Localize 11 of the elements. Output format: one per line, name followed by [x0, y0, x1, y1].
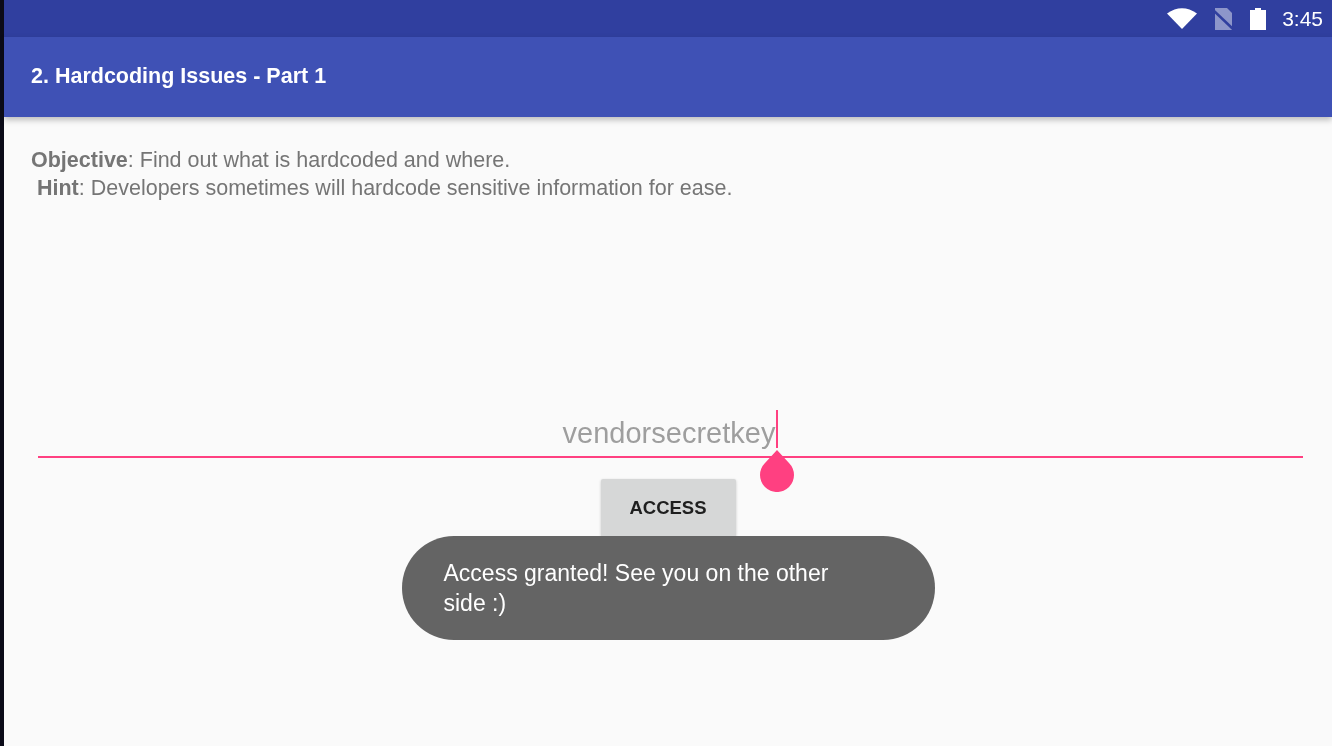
access-button[interactable]: ACCESS [600, 479, 736, 537]
description-text: Objective: Find out what is hardcoded and where. [31, 147, 512, 174]
cursor-handle-icon[interactable] [760, 450, 794, 492]
screen-title: 2. Hardcoding Issues - Part 1 [31, 64, 327, 90]
text-cursor [776, 410, 779, 448]
clock-time: 3:45 [1282, 8, 1323, 29]
battery-icon [1250, 7, 1267, 30]
wifi-icon [1167, 8, 1198, 29]
description-text: Hint: Developers sometimes will hardcode sensitive information for ease. [36, 175, 734, 202]
toast-text: Access granted! See you on the other side :) [443, 559, 830, 618]
no-sim-icon [1213, 7, 1235, 30]
